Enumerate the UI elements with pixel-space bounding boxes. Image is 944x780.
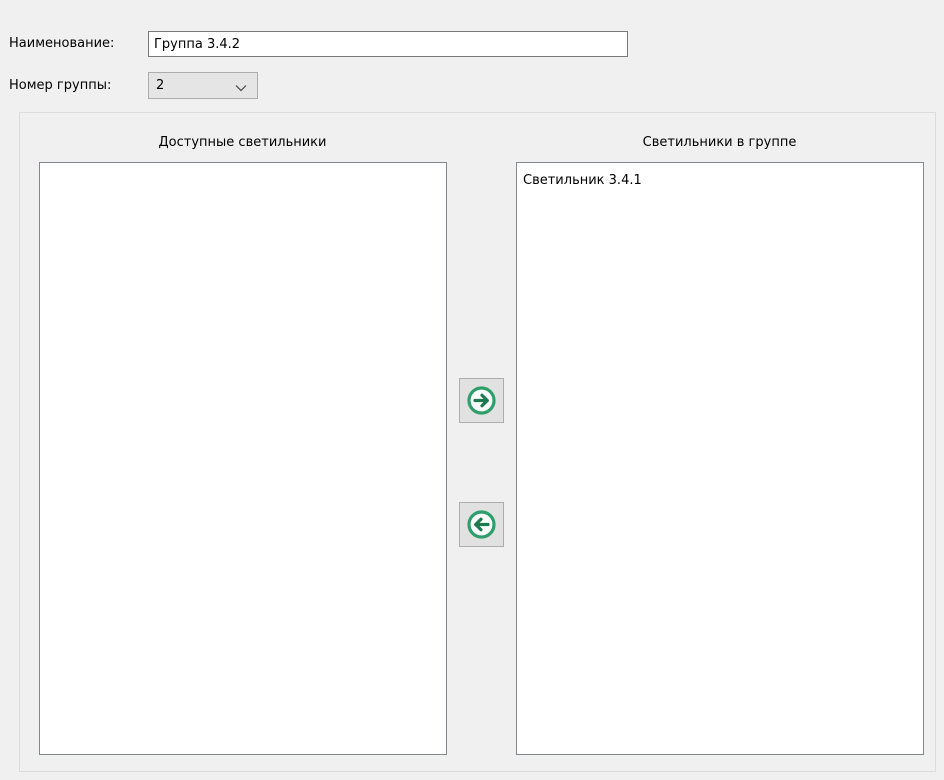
group-number-label: Номер группы: (9, 78, 112, 93)
move-left-button[interactable] (459, 502, 504, 547)
chevron-down-icon (235, 81, 247, 92)
group-lights-list[interactable]: Светильник 3.4.1 (516, 162, 924, 755)
group-number-select[interactable]: 2 (148, 72, 258, 99)
name-input[interactable] (148, 31, 628, 57)
move-right-button[interactable] (459, 378, 504, 423)
arrow-right-circle-icon (467, 386, 496, 415)
group-lights-header: Светильники в группе (642, 135, 797, 150)
name-label: Наименование: (9, 36, 115, 51)
list-item[interactable]: Светильник 3.4.1 (517, 163, 923, 190)
arrow-left-circle-icon (467, 510, 496, 539)
group-number-value: 2 (156, 78, 165, 93)
available-lights-list[interactable] (39, 162, 447, 755)
available-lights-header: Доступные светильники (158, 135, 327, 150)
